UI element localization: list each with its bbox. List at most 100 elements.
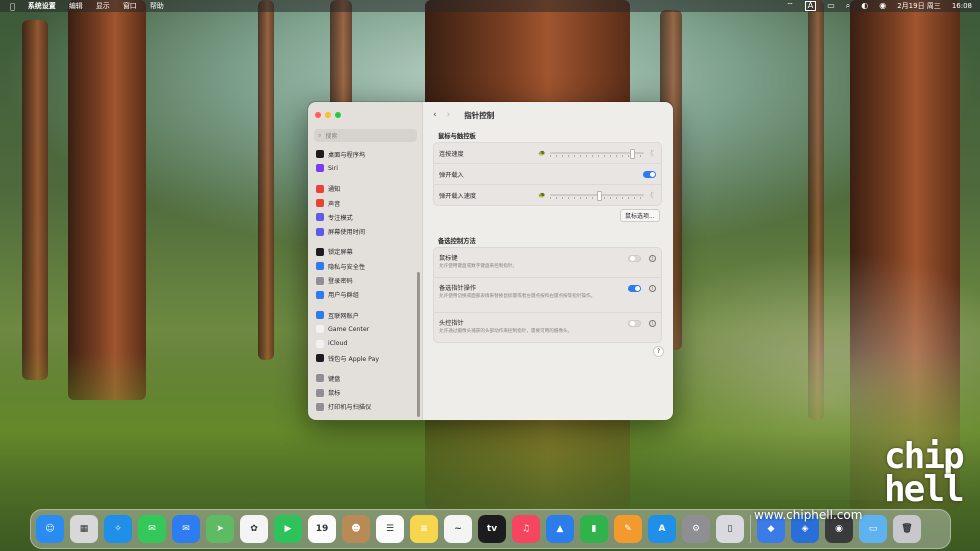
rabbit-icon: 🐇 (648, 149, 656, 157)
dock-icon (316, 150, 324, 159)
finder-icon[interactable]: ☺ (36, 515, 64, 543)
siri-menu-icon[interactable]: ◉ (879, 2, 886, 10)
keynote-icon[interactable]: ▲ (546, 515, 574, 543)
facetime-icon[interactable]: ▶ (274, 515, 302, 543)
double-click-speed-slider[interactable]: 🐢 🐇 (538, 149, 656, 159)
search-field[interactable]: ⌕ 搜索 (314, 129, 417, 142)
toolbar: ‹ › 指针控制 (423, 102, 673, 128)
sidebar-item[interactable]: 键盘 (308, 371, 416, 385)
close-button[interactable] (315, 112, 321, 118)
sidebar-item[interactable]: Siri (308, 161, 416, 175)
mouse-keys-row: 鼠标键 允许使用键盘或数字键盘来控制指针。 i (434, 248, 661, 278)
contacts-icon[interactable]: ☻ (342, 515, 370, 543)
slider-thumb[interactable] (597, 191, 602, 201)
maps-icon[interactable]: ➤ (206, 515, 234, 543)
sidebar-item[interactable]: 互联网账户 (308, 308, 416, 322)
sidebar-item-label: 键盘 (328, 375, 341, 383)
appletv-icon[interactable]: tv (478, 515, 506, 543)
messages-icon[interactable]: ✉ (138, 515, 166, 543)
sidebar-item-label: 互联网账户 (328, 312, 359, 320)
sidebar-item-label: 锁定屏幕 (328, 249, 353, 257)
notes-icon[interactable]: ≡ (410, 515, 438, 543)
trash-icon[interactable]: 🗑 (893, 515, 921, 543)
sidebar-item[interactable]: Game Center (308, 322, 416, 336)
mouse-keys-info-icon[interactable]: i (649, 255, 656, 262)
sidebar-item[interactable]: 打印机与扫描仪 (308, 400, 416, 414)
at-icon (316, 311, 324, 320)
slider-thumb[interactable] (629, 149, 635, 159)
alt-pointer-actions-info-icon[interactable]: i (649, 285, 656, 292)
system-settings-window: ⌕ 搜索 桌面与程序坞 Siri 通知声音 专注模式 屏幕使用时间锁定屏幕隐私与安全性登… (307, 101, 674, 421)
sidebar-item-label: 钱包与 Apple Pay (328, 355, 380, 363)
back-chevron-icon[interactable]: ‹ (433, 110, 437, 120)
sidebar-item[interactable]: 专注模式 (308, 210, 416, 224)
menubar-clock[interactable]: 16:08 (952, 2, 972, 10)
mouse-keys-toggle[interactable] (628, 255, 641, 262)
sidebar-item[interactable]: 用户与群组 (308, 288, 416, 302)
search-icon[interactable]: ⌕ (846, 2, 850, 10)
systemsettings-icon[interactable]: ⚙ (682, 515, 710, 543)
calendar-icon[interactable]: 19 (308, 515, 336, 543)
spring-loading-toggle[interactable] (643, 170, 656, 178)
menubar-date[interactable]: 2月19日 周三 (897, 1, 941, 11)
menu-window[interactable]: 窗口 (123, 1, 137, 11)
spring-loading-speed-slider[interactable]: 🐢 🐇 (538, 191, 656, 201)
zoom-button[interactable] (335, 112, 341, 118)
freeform-icon[interactable]: ~ (444, 515, 472, 543)
music-icon[interactable]: ♫ (512, 515, 540, 543)
sidebar-item[interactable]: 钱包与 Apple Pay (308, 351, 416, 365)
reminders-icon[interactable]: ☰ (376, 515, 404, 543)
gamecenter-icon (316, 325, 324, 334)
sidebar-scrollbar[interactable] (417, 272, 420, 417)
battery-icon[interactable]: ▭ (827, 2, 835, 10)
sidebar-item-label: 桌面与程序坞 (328, 151, 366, 159)
photos-icon[interactable]: ✿ (240, 515, 268, 543)
launchpad-icon[interactable]: ▦ (70, 515, 98, 543)
alt-pointer-actions-toggle[interactable] (628, 285, 641, 292)
menu-view[interactable]: 显示 (96, 1, 110, 11)
mouse-keys-desc: 允许使用键盘或数字键盘来控制指针。 (439, 264, 518, 269)
section-title-mouse: 鼠标与触控板 (438, 133, 476, 140)
content-pane: ‹ › 指针控制 鼠标与触控板 连按速度 🐢 🐇 弹开载入 弹开载入速度 🐢 🐇… (422, 102, 673, 420)
menu-edit[interactable]: 编辑 (69, 1, 83, 11)
wifi-icon[interactable]: ⌔ (786, 2, 794, 10)
sidebar-item-label: 用户与群组 (328, 292, 359, 300)
sidebar-item-label: 通知 (328, 186, 341, 194)
input-source-icon[interactable]: A (804, 1, 817, 11)
mouse-options-button[interactable]: 鼠标选项... (620, 209, 660, 222)
menu-help[interactable]: 帮助 (150, 1, 164, 11)
app-menu[interactable]: 系统设置 (28, 1, 56, 11)
spring-loading-label: 弹开载入 (439, 171, 464, 179)
sidebar-item[interactable]: 通知 (308, 182, 416, 196)
iphone-mirroring-icon[interactable]: ▯ (716, 515, 744, 543)
alt-pointer-actions-desc: 允许使用切换或面部表情来替换鼠标键或者左键点按和右键点按等指针操作。 (439, 294, 596, 299)
sidebar-item[interactable]: 登录密码 (308, 273, 416, 287)
sidebar-item[interactable]: iCloud (308, 337, 416, 351)
sidebar-item-label: 鼠标 (328, 390, 341, 398)
help-button[interactable]: ? (653, 346, 664, 357)
pages-icon[interactable]: ✎ (614, 515, 642, 543)
forward-chevron-icon[interactable]: › (447, 110, 451, 120)
head-pointer-info-icon[interactable]: i (649, 320, 656, 327)
head-pointer-desc: 允许通过摄像头捕获的头部动作来控制指针，需要可用的摄像头。 (439, 329, 573, 334)
sidebar-item[interactable]: 鼠标 (308, 385, 416, 399)
sidebar-item[interactable]: 桌面与程序坞 (308, 147, 416, 161)
numbers-icon[interactable]: ▮ (580, 515, 608, 543)
section-title-alt-control: 备选控制方法 (438, 238, 476, 245)
siri-icon (316, 164, 324, 173)
downloads-folder-icon[interactable]: ▭ (859, 515, 887, 543)
spring-loading-row: 弹开载入 (434, 164, 661, 185)
window-controls (315, 112, 341, 118)
minimize-button[interactable] (325, 112, 331, 118)
apple-menu-icon[interactable]:  (10, 2, 15, 11)
sidebar-item[interactable]: 锁定屏幕 (308, 245, 416, 259)
sidebar-item[interactable]: 屏幕使用时间 (308, 224, 416, 238)
control-center-icon[interactable]: ◐ (861, 2, 868, 10)
sidebar-item[interactable]: 声音 (308, 196, 416, 210)
double-click-speed-row: 连按速度 🐢 🐇 (434, 143, 661, 164)
sidebar-item[interactable]: 隐私与安全性 (308, 259, 416, 273)
appstore-icon[interactable]: A (648, 515, 676, 543)
safari-icon[interactable]: ✧ (104, 515, 132, 543)
head-pointer-toggle[interactable] (628, 320, 641, 327)
mail-icon[interactable]: ✉ (172, 515, 200, 543)
